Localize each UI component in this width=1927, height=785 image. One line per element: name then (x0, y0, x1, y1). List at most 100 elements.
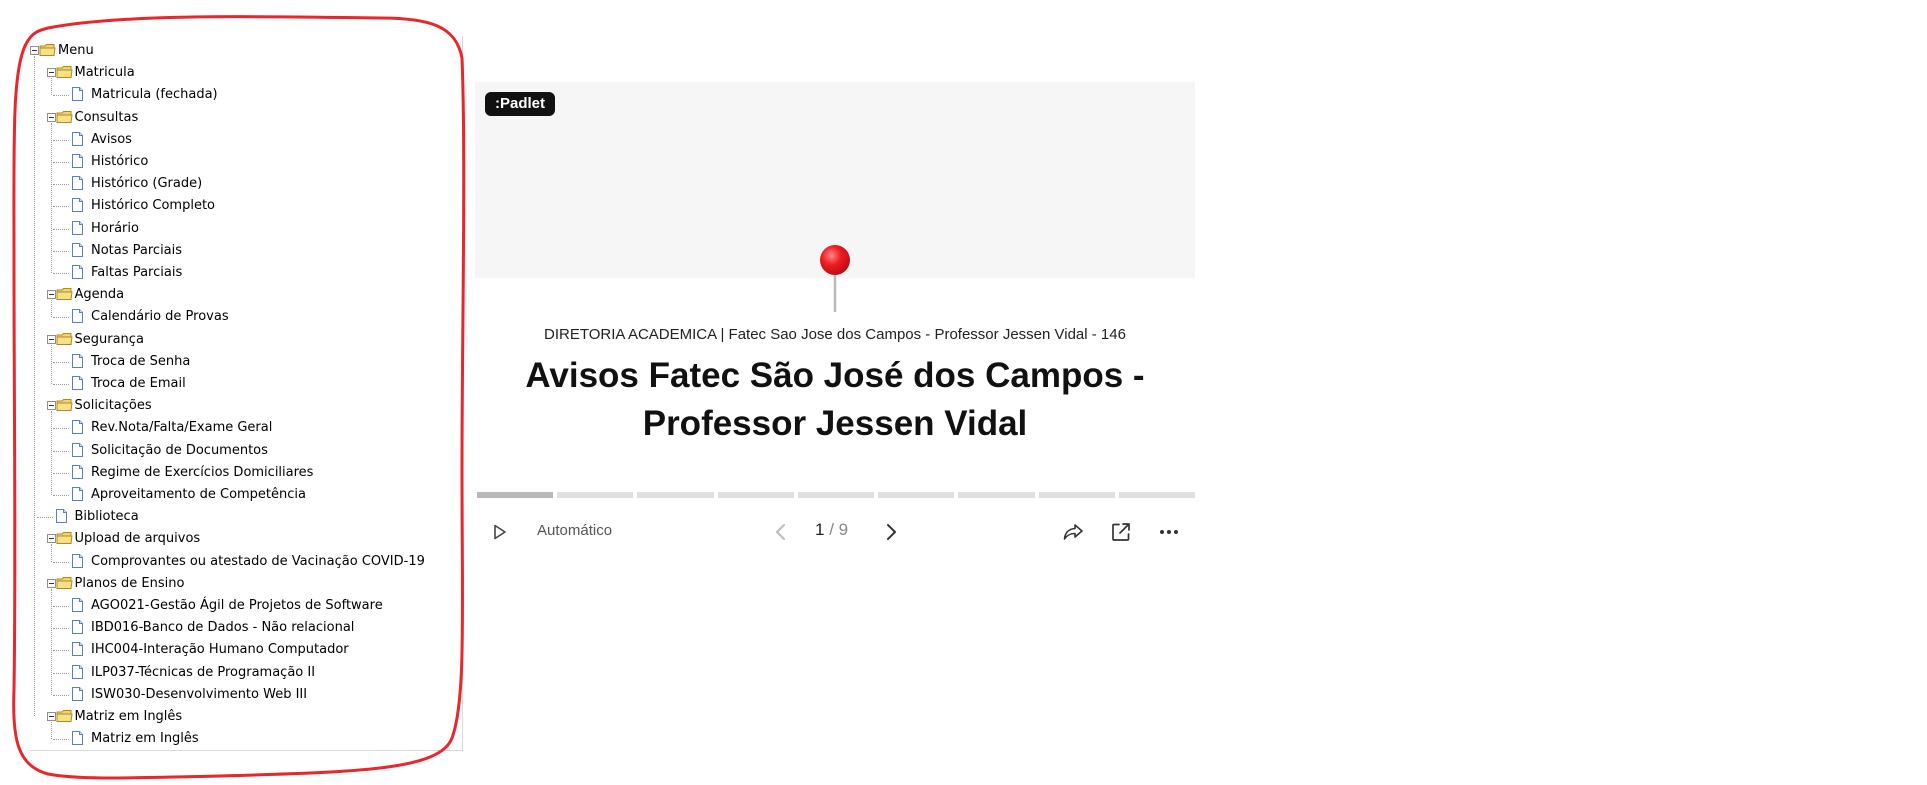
progress-segment[interactable] (1118, 492, 1195, 498)
tree-connector (53, 672, 69, 675)
progress-segment[interactable] (878, 492, 955, 498)
folder-icon-wrap (39, 43, 56, 57)
chevron-left-icon (776, 524, 785, 540)
slideshow-controls: Automático 1 / 9 (475, 512, 1195, 552)
padlet-title: Avisos Fatec São José dos Campos - Profe… (515, 352, 1155, 448)
tree-connector (53, 561, 69, 564)
tree-connector (53, 162, 69, 164)
folder-icon-wrap (56, 531, 73, 545)
collapse-toggle[interactable] (46, 334, 56, 344)
tree-label: Planos de Ensino (74, 575, 185, 591)
folder-icon-wrap (56, 576, 73, 590)
tree-connector (53, 694, 69, 697)
collapse-toggle[interactable] (46, 534, 56, 544)
tree-connector (50, 722, 53, 740)
tree-label: Solicitação de Documentos (91, 442, 268, 458)
document-icon-wrap (71, 176, 88, 191)
tree-connector (50, 78, 53, 96)
progress-segment[interactable] (557, 492, 634, 498)
folder-icon-wrap (56, 110, 73, 124)
open-in-new-tab-button[interactable] (1107, 518, 1135, 546)
tree-label: IHC004-Interação Humano Computador (91, 642, 349, 658)
document-icon-wrap (71, 376, 88, 390)
tree-connector (53, 628, 69, 630)
tree-connector (53, 472, 69, 475)
tree-label: Histórico Completo (91, 198, 216, 214)
document-icon (72, 642, 83, 657)
tree-connector (53, 95, 69, 97)
document-icon-wrap (71, 487, 88, 501)
progress-segment[interactable] (958, 492, 1035, 498)
progress-segment[interactable] (797, 492, 875, 498)
document-icon (72, 620, 83, 635)
padlet-embed[interactable]: :Padlet DIRETORIA ACADEMICA | Fatec Sao … (475, 82, 1195, 582)
collapse-toggle[interactable] (46, 112, 56, 122)
tree-label: Rev.Nota/Falta/Exame Geral (91, 420, 273, 436)
next-slide-button[interactable] (877, 518, 905, 546)
tree-label: AGO021-Gestão Ágil de Projetos de Softwa… (91, 598, 383, 613)
tree-connector (53, 184, 69, 186)
tree-connector (53, 739, 69, 741)
tree-connector (53, 606, 69, 608)
document-icon (72, 686, 83, 701)
tree-label: Solicitações (74, 398, 152, 414)
progress-segment[interactable] (637, 492, 714, 498)
document-icon-wrap (71, 598, 88, 612)
padlet-subheading: DIRETORIA ACADEMICA | Fatec Sao Jose dos… (544, 326, 1126, 343)
folder-icon (56, 576, 73, 589)
document-icon (72, 553, 83, 568)
collapse-toggle[interactable] (46, 68, 56, 78)
folder-icon-wrap (56, 287, 73, 301)
document-icon-wrap (71, 664, 88, 679)
tree-connector (53, 250, 69, 253)
share-button[interactable] (1059, 518, 1087, 546)
document-icon (72, 154, 83, 168)
collapse-toggle[interactable] (46, 401, 56, 411)
tree-label: Regime de Exercícios Domiciliares (91, 464, 314, 480)
document-icon (72, 87, 83, 102)
tree-connector (50, 300, 53, 318)
padlet-logo[interactable]: :Padlet (485, 92, 556, 116)
document-icon-wrap (71, 220, 88, 235)
collapse-toggle[interactable] (46, 712, 56, 721)
tree-label: ILP037-Técnicas de Programação II (91, 664, 316, 680)
document-icon-wrap (71, 642, 88, 657)
previous-slide-button[interactable] (767, 518, 795, 546)
document-icon (72, 420, 83, 435)
tree-connector (34, 56, 36, 716)
play-button[interactable] (485, 518, 513, 546)
progress-segment[interactable] (717, 492, 794, 498)
document-icon (72, 376, 83, 390)
collapse-toggle[interactable] (30, 46, 39, 55)
folder-icon (39, 44, 56, 56)
collapse-toggle[interactable] (46, 578, 56, 588)
autoplay-label[interactable]: Automático (537, 522, 612, 539)
folder-icon-wrap (56, 65, 73, 79)
document-icon-wrap (71, 353, 88, 368)
padlet-title-line-2: Professor Jessen Vidal (642, 404, 1028, 443)
collapse-toggle[interactable] (46, 290, 56, 300)
tree-connector (50, 411, 53, 495)
tree-connector (53, 495, 69, 497)
more-options-button[interactable] (1155, 518, 1183, 546)
progress-segment[interactable] (477, 492, 554, 498)
document-icon-wrap (71, 242, 88, 257)
slide-pager: 1 / 9 (815, 520, 848, 540)
document-icon-wrap (71, 553, 88, 568)
play-icon (494, 524, 506, 540)
document-icon-wrap (71, 686, 88, 701)
pager-total: 9 (838, 520, 849, 539)
tree-label: Horário (91, 220, 139, 236)
slide-progress-bar (477, 492, 1195, 498)
tree-label: Histórico (Grade) (91, 176, 203, 192)
progress-segment[interactable] (1038, 492, 1115, 498)
tree-label: Histórico (91, 154, 149, 169)
folder-icon-wrap (56, 398, 73, 412)
menu-tree: Menu Matricula Matricula (fechada) Consulta… (30, 36, 463, 751)
chevron-right-icon (887, 524, 896, 540)
document-icon-wrap (71, 620, 88, 635)
document-icon-wrap (71, 198, 88, 213)
tree-connector (53, 428, 69, 430)
tree-connector (53, 273, 69, 275)
tree-label: Menu (58, 43, 94, 58)
